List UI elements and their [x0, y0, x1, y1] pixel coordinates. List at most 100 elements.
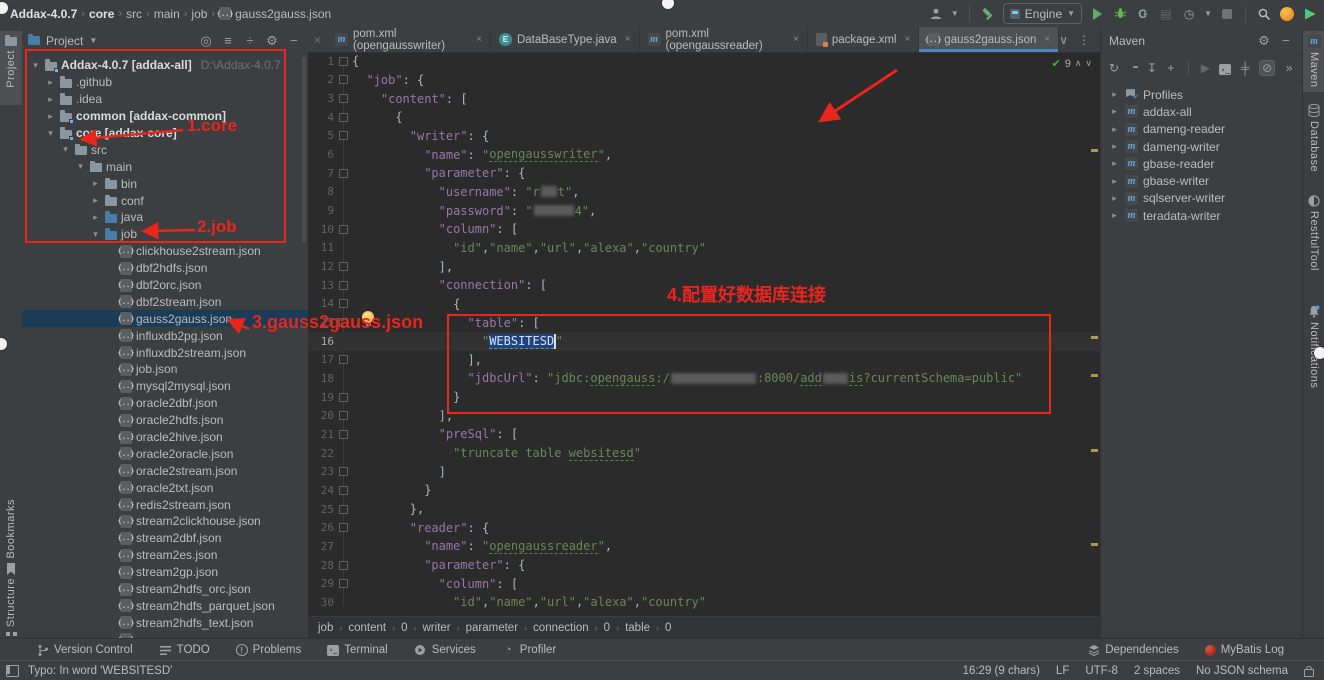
breadcrumb-item[interactable]: job: [318, 622, 333, 634]
tree-item[interactable]: ▸ .github: [22, 74, 308, 91]
breadcrumb-item[interactable]: table: [625, 622, 650, 634]
breadcrumb-item[interactable]: job: [191, 7, 207, 21]
tree-item[interactable]: {..} stream2gp.json: [22, 564, 308, 581]
tree-item[interactable]: ▾ core [addax-core]: [22, 125, 308, 142]
fold-marker-icon[interactable]: [338, 75, 348, 85]
breadcrumb-item[interactable]: writer: [423, 622, 451, 634]
toolwindow-button-dependencies[interactable]: Dependencies: [1087, 644, 1179, 657]
intention-bulb-icon[interactable]: [362, 311, 374, 326]
fold-cell[interactable]: [334, 560, 352, 570]
fold-cell[interactable]: [334, 299, 352, 309]
reimport-icon[interactable]: ↻: [1109, 61, 1119, 75]
tree-expand-icon[interactable]: ▾: [30, 60, 41, 71]
code-line[interactable]: 21 "preSql": [: [308, 425, 1100, 444]
maven-panel-title[interactable]: Maven: [1109, 34, 1145, 48]
fold-cell[interactable]: [334, 579, 352, 589]
tree-expand-icon[interactable]: ▾: [45, 128, 56, 139]
tree-item[interactable]: {..} stream2hdfs_orc.json: [22, 581, 308, 598]
tree-item[interactable]: ▸ conf: [22, 192, 308, 209]
close-icon[interactable]: ×: [1044, 34, 1050, 45]
fold-marker-icon[interactable]: [338, 579, 348, 589]
hide-panel-icon[interactable]: −: [286, 33, 302, 48]
tree-item[interactable]: {..} oracle2dbf.json: [22, 395, 308, 412]
search-everywhere-icon[interactable]: [1256, 6, 1272, 22]
close-icon[interactable]: ×: [308, 27, 327, 52]
add-maven-project-icon[interactable]: +: [1166, 61, 1176, 75]
maven-tree-item[interactable]: ▸ m sqlserver-writer: [1101, 190, 1302, 207]
tree-item[interactable]: {..} oracle2oracle.json: [22, 445, 308, 462]
maven-tree-item[interactable]: ▸ m dameng-reader: [1101, 121, 1302, 138]
fold-marker-icon[interactable]: [338, 485, 348, 495]
breadcrumb-item[interactable]: 0: [604, 622, 610, 634]
code-line[interactable]: 4{: [308, 108, 1100, 127]
fold-cell[interactable]: [334, 318, 352, 328]
ide-logo-icon[interactable]: [1302, 6, 1318, 22]
tree-expand-icon[interactable]: ▸: [45, 77, 56, 88]
tree-item[interactable]: {..} dbf2hdfs.json: [22, 260, 308, 277]
tree-expand-icon[interactable]: ▾: [60, 144, 71, 155]
download-sources-icon[interactable]: ↧: [1147, 61, 1157, 75]
breadcrumb-item[interactable]: connection: [533, 622, 589, 634]
breadcrumb-item[interactable]: core: [89, 7, 114, 21]
code-line[interactable]: 2 "job": {: [308, 71, 1100, 90]
code-line[interactable]: 30 "id", "name", "url", "alexa", "country": [308, 593, 1100, 612]
code-line[interactable]: 12],: [308, 257, 1100, 276]
fold-marker-icon[interactable]: [338, 168, 348, 178]
toolwindow-button-mybatis-log[interactable]: MyBatis Log: [1204, 644, 1284, 657]
run-configuration-select[interactable]: Engine ▼: [1002, 3, 1083, 24]
tree-item[interactable]: {..} stream2hdfs_parquet.json: [22, 598, 308, 615]
tree-expand-icon[interactable]: ▸: [45, 111, 56, 122]
fold-cell[interactable]: [334, 280, 352, 290]
toolwindow-button-services[interactable]: Services: [414, 644, 476, 657]
code-line[interactable]: 26 "reader": {: [308, 518, 1100, 537]
fold-marker-icon[interactable]: [338, 355, 348, 365]
maven-tree-item[interactable]: ▸ m dameng-writer: [1101, 138, 1302, 155]
status-message[interactable]: Typo: In word 'WEBSITESD': [28, 665, 172, 677]
tree-expand-icon[interactable]: ▸: [1109, 89, 1120, 100]
more-options-icon[interactable]: ⋮: [1078, 33, 1090, 47]
fold-marker-icon[interactable]: [338, 280, 348, 290]
tree-item[interactable]: {..} oracle2hdfs.json: [22, 412, 308, 429]
fold-cell[interactable]: [334, 94, 352, 104]
user-icon[interactable]: [928, 6, 944, 22]
sidebar-tab-project[interactable]: Project: [0, 31, 22, 105]
fold-cell[interactable]: [334, 504, 352, 514]
status-widget[interactable]: LF: [1056, 665, 1069, 677]
update-notification-icon[interactable]: [1279, 6, 1295, 22]
breadcrumb-item[interactable]: parameter: [466, 622, 518, 634]
tree-item[interactable]: ▾ src: [22, 141, 308, 158]
fold-cell[interactable]: [334, 411, 352, 421]
tree-item[interactable]: ▾ job: [22, 226, 308, 243]
tree-expand-icon[interactable]: ▾: [75, 161, 86, 172]
breadcrumb-item[interactable]: 0: [401, 622, 407, 634]
tree-item[interactable]: {..} dbf2orc.json: [22, 277, 308, 294]
prev-problem-icon[interactable]: ∧: [1075, 58, 1082, 69]
chevron-down-icon[interactable]: ▼: [1204, 9, 1212, 18]
sidebar-tab-database[interactable]: Database: [1303, 100, 1324, 176]
code-line[interactable]: 10 "column": [: [308, 220, 1100, 239]
code-line[interactable]: 13 "connection": [: [308, 276, 1100, 295]
locate-file-icon[interactable]: ◎: [198, 33, 214, 49]
chevron-down-icon[interactable]: ▼: [89, 36, 97, 45]
editor-tab[interactable]: E DataBaseType.java ×: [491, 27, 640, 52]
tree-item[interactable]: {..}: [22, 631, 308, 638]
tree-item[interactable]: {..} stream2dbf.json: [22, 530, 308, 547]
breadcrumb-item[interactable]: content: [348, 622, 386, 634]
run-with-clock-icon[interactable]: ◷: [1181, 6, 1197, 22]
fold-marker-icon[interactable]: [338, 560, 348, 570]
next-problem-icon[interactable]: ∨: [1085, 58, 1092, 69]
code-line[interactable]: 23]: [308, 462, 1100, 481]
fold-cell[interactable]: [334, 485, 352, 495]
tree-item[interactable]: {..} oracle2txt.json: [22, 479, 308, 496]
tree-item[interactable]: {..} stream2hdfs_text.json: [22, 614, 308, 631]
code-line[interactable]: 29 "column": [: [308, 574, 1100, 593]
fold-marker-icon[interactable]: [338, 411, 348, 421]
chevron-down-icon[interactable]: ▼: [951, 9, 959, 18]
code-line[interactable]: 17],: [308, 351, 1100, 370]
fold-cell[interactable]: [334, 112, 352, 122]
status-widget[interactable]: UTF-8: [1085, 665, 1118, 677]
fold-cell[interactable]: [334, 523, 352, 533]
code-line[interactable]: 22 "truncate table websitesd ": [308, 444, 1100, 463]
maven-tree-item[interactable]: ▸ m teradata-writer: [1101, 207, 1302, 224]
code-line[interactable]: 19}: [308, 388, 1100, 407]
